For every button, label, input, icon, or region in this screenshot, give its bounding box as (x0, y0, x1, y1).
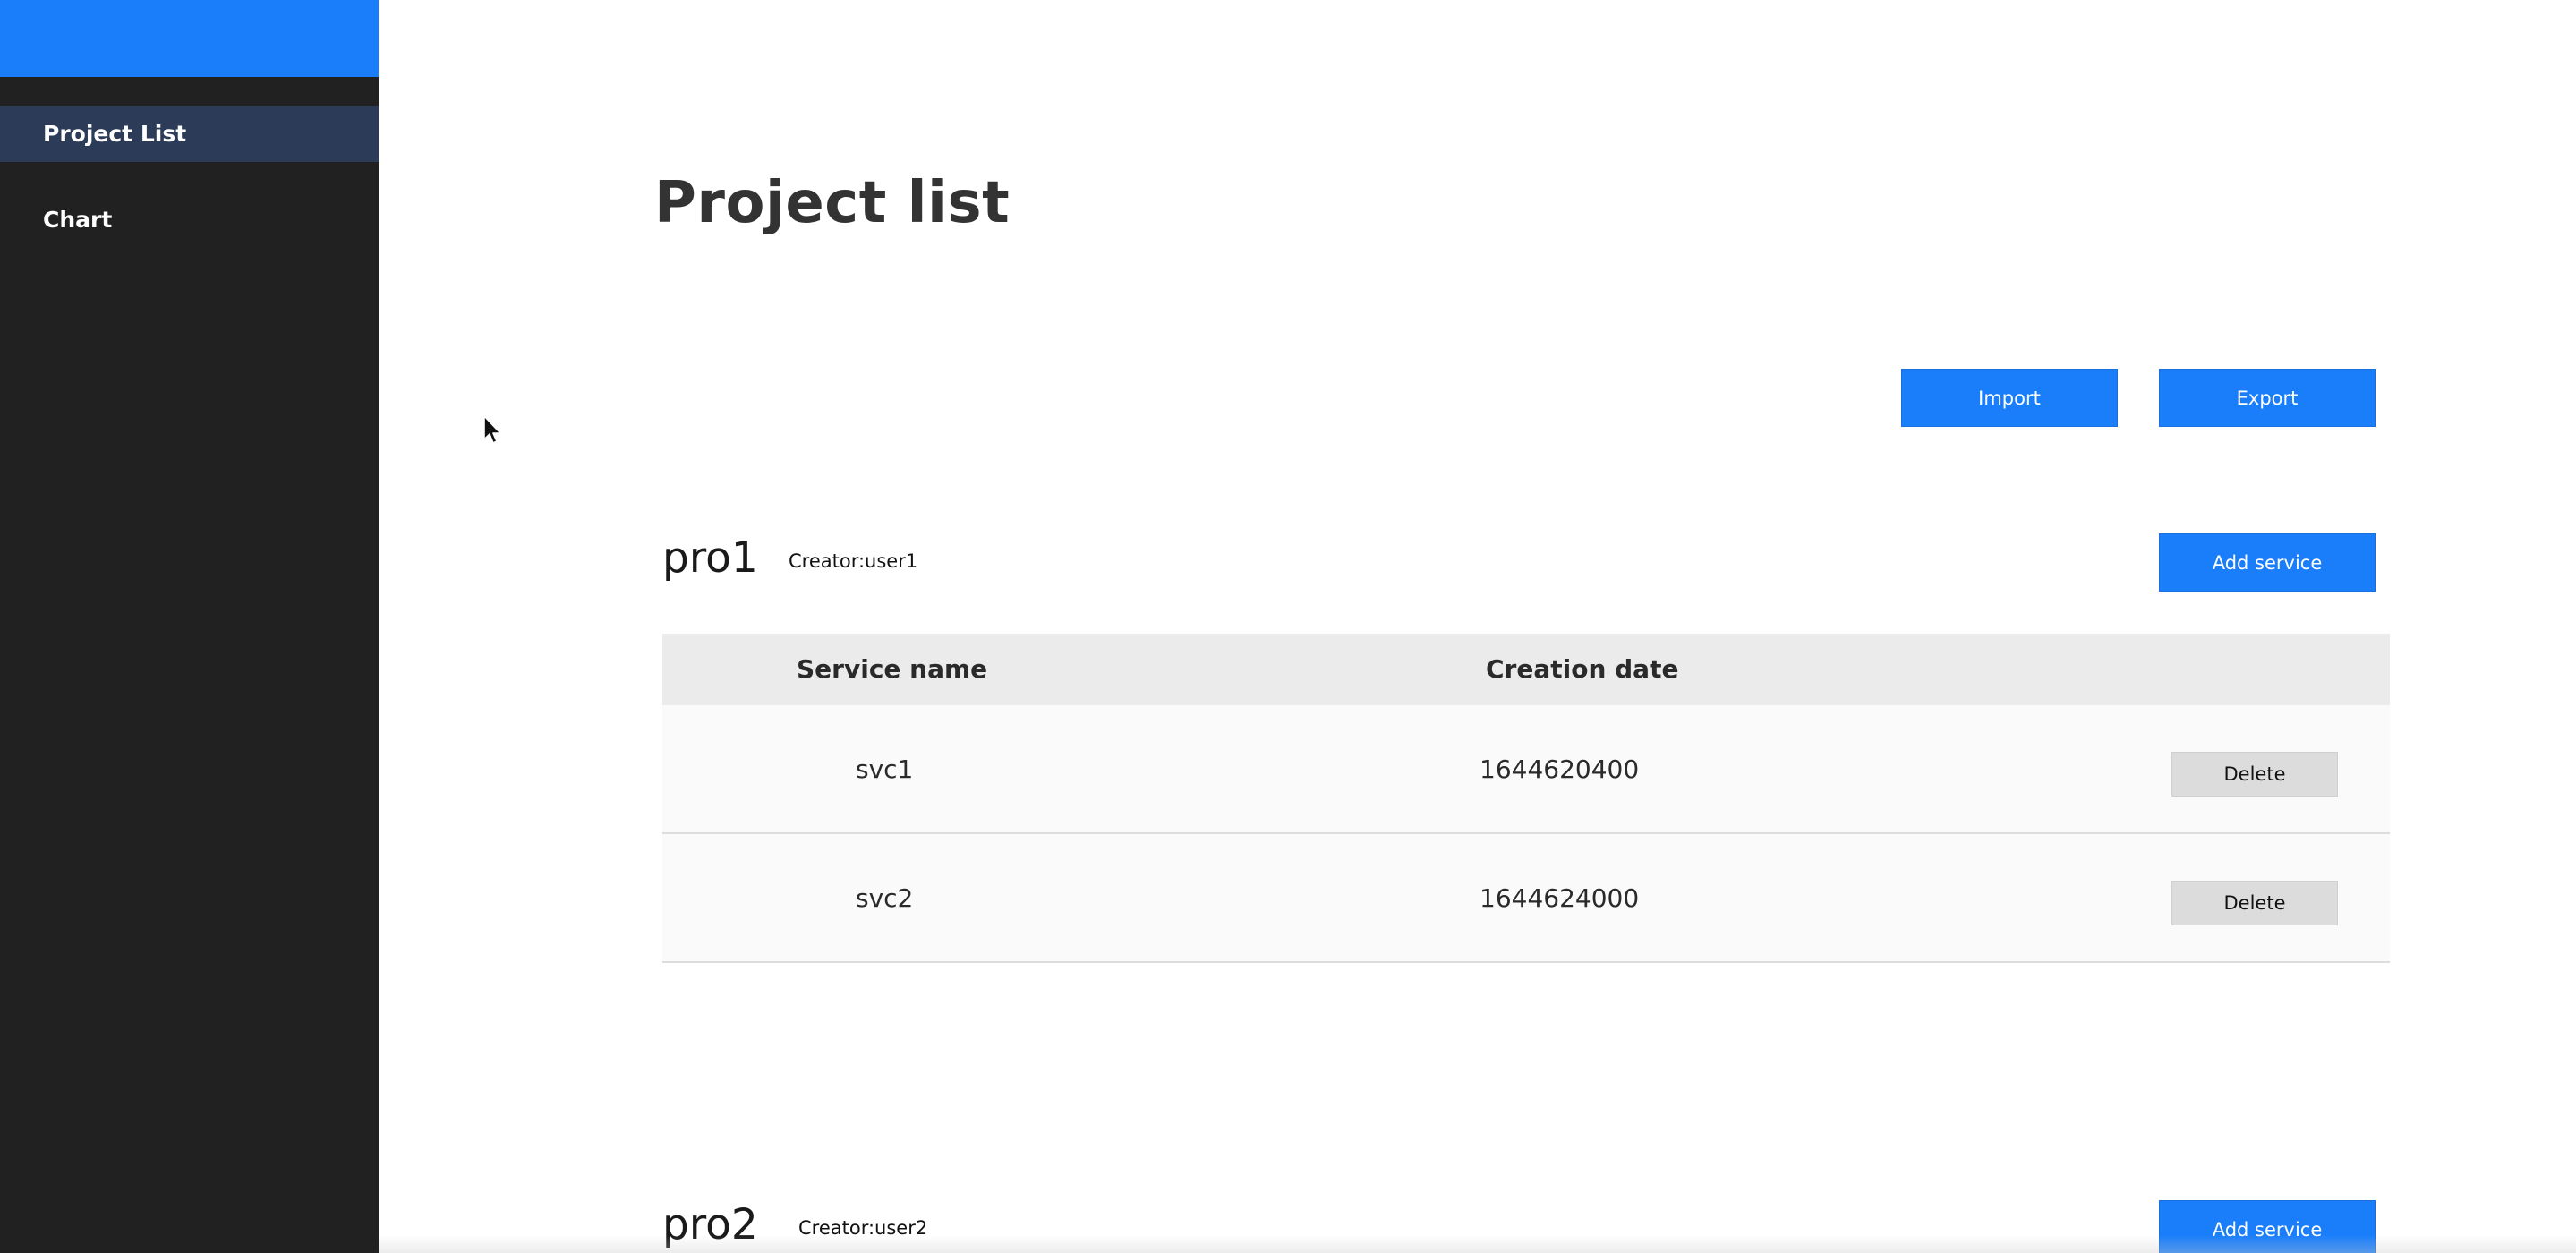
delete-button[interactable]: Delete (2171, 881, 2338, 925)
table-row: svc2 1644624000 Delete (662, 834, 2390, 963)
project-creator: Creator:user2 (798, 1217, 928, 1239)
project-section: pro1 Creator:user1 Add service Service n… (662, 533, 2390, 963)
sidebar-header (0, 0, 379, 77)
export-button[interactable]: Export (2159, 369, 2376, 427)
add-service-button[interactable]: Add service (2159, 1200, 2376, 1253)
project-name: pro2 (662, 1200, 758, 1249)
add-service-button[interactable]: Add service (2159, 533, 2376, 592)
service-name-cell: svc2 (856, 883, 914, 913)
project-creator: Creator:user1 (789, 550, 918, 572)
project-name: pro1 (662, 533, 758, 583)
sidebar-nav: Project List Chart (0, 106, 379, 248)
sidebar-item-chart[interactable]: Chart (0, 192, 379, 248)
column-header-service-name: Service name (797, 654, 988, 684)
mouse-cursor-icon (483, 415, 501, 444)
page-title: Project list (654, 170, 1011, 236)
creation-date-cell: 1644620400 (1480, 754, 1640, 784)
services-table: Service name Creation date svc1 16446204… (662, 634, 2390, 963)
column-header-creation-date: Creation date (1486, 654, 1679, 684)
service-name-cell: svc1 (856, 754, 914, 784)
table-header: Service name Creation date (662, 634, 2390, 705)
sidebar-item-project-list[interactable]: Project List (0, 106, 379, 162)
main-content: Project list Import Export pro1 Creator:… (379, 0, 2576, 1253)
table-row: svc1 1644620400 Delete (662, 705, 2390, 834)
app-root: Project List Chart Project list Import E… (0, 0, 2576, 1253)
creation-date-cell: 1644624000 (1480, 883, 1640, 913)
sidebar: Project List Chart (0, 0, 379, 1253)
project-section: pro2 Creator:user2 Add service (662, 1200, 2390, 1253)
delete-button[interactable]: Delete (2171, 752, 2338, 797)
import-button[interactable]: Import (1901, 369, 2118, 427)
